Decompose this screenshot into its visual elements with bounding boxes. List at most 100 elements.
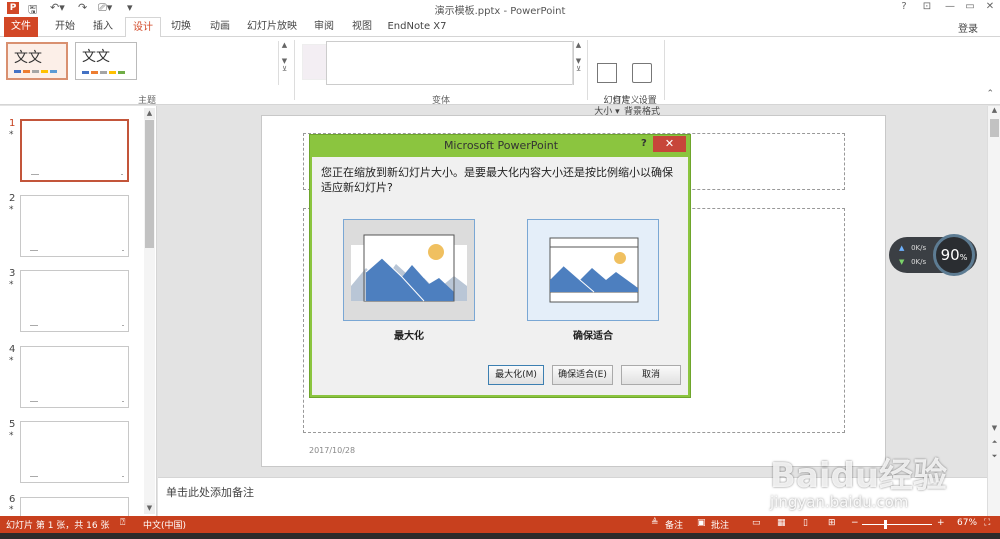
scroll-up-icon[interactable]: ▲ — [144, 108, 155, 119]
memory-usage-gauge: 90% — [933, 234, 975, 276]
scrollbar-thumb[interactable] — [145, 120, 154, 248]
help-button[interactable]: ? — [892, 1, 916, 12]
title-bar: P 🖫 ↶▾ ↷ ⎚▾ ▾ 演示模板.pptx - PowerPoint ? ⊡… — [0, 0, 1000, 17]
download-arrow-icon: ▼ — [899, 258, 905, 266]
tab-transitions[interactable]: 切换 — [166, 17, 196, 37]
close-button[interactable]: ✕ — [978, 1, 1000, 12]
tab-file[interactable]: 文件 — [4, 17, 38, 37]
notes-placeholder: 单击此处添加备注 — [166, 486, 254, 499]
slide-thumbnail[interactable] — [20, 346, 129, 408]
dialog-help-button[interactable]: ? — [641, 138, 647, 149]
dialog-body: 您正在缩放到新幻灯片大小。是要最大化内容大小还是按比例缩小以确保适应新幻灯片? … — [312, 157, 688, 395]
ensure-fit-button[interactable]: 确保适合(E) — [552, 365, 613, 385]
tab-slideshow[interactable]: 幻灯片放映 — [243, 17, 301, 37]
dialog-title: Microsoft PowerPoint — [443, 139, 559, 152]
slide-number: 2 — [9, 193, 16, 204]
normal-view-icon[interactable]: ▭ — [752, 518, 761, 528]
slide-number: 4 — [9, 344, 16, 355]
zoom-slider[interactable] — [862, 524, 932, 525]
slide-size-icon — [597, 63, 617, 83]
thumbnails-scrollbar[interactable]: ▲ ▼ — [144, 108, 155, 514]
reading-view-icon[interactable]: ▯ — [803, 518, 808, 528]
scroll-down-icon[interactable]: ▼ — [989, 424, 1000, 435]
slide-thumbnail[interactable] — [20, 421, 129, 483]
group-separator — [294, 40, 295, 100]
notes-toggle-icon[interactable]: ≜ — [651, 518, 659, 528]
ensure-fit-option[interactable] — [527, 219, 659, 321]
zoom-slider-thumb[interactable] — [884, 520, 887, 529]
scroll-down-icon[interactable]: ▼ — [144, 503, 155, 514]
baidu-watermark-url: jingyan.baidu.com — [770, 493, 909, 511]
cancel-button[interactable]: 取消 — [621, 365, 681, 385]
comments-toggle-icon[interactable]: ▣ — [697, 518, 706, 528]
slide-thumbnails-pane: 1 * 2 * 3 * 4 * 5 * 6 * ▲ ▼ — [0, 106, 157, 516]
themes-gallery-scroll[interactable]: ▲ ▼ ⊻ — [278, 41, 290, 85]
slide-animation-marker: * — [9, 130, 14, 140]
slide-animation-marker: * — [9, 431, 14, 441]
ribbon-tabs: 文件 开始 插入 设计 切换 动画 幻灯片放映 审阅 视图 EndNote X7… — [0, 17, 1000, 38]
tab-insert[interactable]: 插入 — [88, 17, 118, 37]
windows-taskbar — [0, 533, 1000, 539]
variants-gallery-scroll[interactable]: ▲ ▼ ⊻ — [572, 41, 584, 85]
previous-slide-icon[interactable]: ⏶ — [989, 438, 1000, 449]
comments-toggle[interactable]: 批注 — [711, 518, 729, 531]
next-slide-icon[interactable]: ⏷ — [989, 452, 1000, 463]
tab-design[interactable]: 设计 — [125, 17, 161, 38]
baidu-watermark-logo: Baidu经验 — [770, 456, 948, 496]
spell-check-icon[interactable]: ⍰ — [120, 518, 125, 528]
slideshow-view-icon[interactable]: ⊞ — [828, 518, 836, 528]
ribbon-display-options-button[interactable]: ⊡ — [915, 1, 939, 12]
tab-home[interactable]: 开始 — [50, 17, 80, 37]
slide-animation-marker: * — [9, 356, 14, 366]
sign-in-link[interactable]: 登录 — [958, 20, 978, 35]
ribbon: 文文 文文 ▲ ▼ ⊻ 主题 ▲ ▼ ⊻ 变体 幻灯片 大小 ▾ 设置 背景格式 自定义… — [0, 37, 1000, 117]
dialog-message: 您正在缩放到新幻灯片大小。是要最大化内容大小还是按比例缩小以确保适应新幻灯片? — [321, 166, 673, 194]
tab-endnote[interactable]: EndNote X7 — [386, 17, 448, 37]
slide-sorter-view-icon[interactable]: ▦ — [777, 518, 786, 528]
maximize-button[interactable]: 最大化(M) — [488, 365, 544, 385]
zoom-level[interactable]: 67% — [957, 518, 977, 528]
slide-scrollbar[interactable]: ▲ ▼ ⏶ ⏷ — [987, 106, 1000, 516]
upload-arrow-icon: ▲ — [899, 244, 905, 252]
group-label-themes: 主题 — [137, 96, 156, 106]
theme-thumbnail-office[interactable]: 文文 — [6, 42, 68, 80]
maximize-option[interactable] — [343, 219, 475, 321]
scroll-up-icon[interactable]: ▲ — [989, 106, 1000, 117]
group-label-customize: 自定义 — [612, 96, 640, 106]
maximize-illustration-icon — [351, 234, 467, 302]
theme-color-bars — [82, 71, 125, 74]
slide-number: 1 — [9, 118, 16, 129]
slide-thumbnail[interactable] — [20, 497, 129, 516]
slide-thumbnail[interactable] — [20, 119, 129, 182]
theme-sample-text: 文文 — [14, 50, 42, 66]
upload-speed: ▲ 0K/s — [899, 244, 927, 252]
zoom-in-icon[interactable]: + — [937, 518, 945, 528]
slide-thumbnail[interactable] — [20, 270, 129, 332]
slide-number: 6 — [9, 494, 16, 505]
tab-animations[interactable]: 动画 — [205, 17, 235, 37]
theme-thumbnail-2[interactable]: 文文 — [75, 42, 137, 80]
slide-counter: 幻灯片 第 1 张，共 16 张 — [6, 521, 110, 531]
tab-view[interactable]: 视图 — [347, 17, 377, 37]
resize-content-dialog: Microsoft PowerPoint ? ✕ 您正在缩放到新幻灯片大小。是要… — [309, 134, 691, 398]
slide-animation-marker: * — [9, 505, 14, 515]
network-speed-widget[interactable]: ▲ 0K/s ▼ 0K/s 90% — [889, 234, 977, 276]
scrollbar-thumb[interactable] — [990, 119, 999, 137]
tab-review[interactable]: 审阅 — [309, 17, 339, 37]
zoom-out-icon[interactable]: − — [851, 518, 859, 528]
notes-toggle[interactable]: 备注 — [665, 518, 683, 531]
collapse-ribbon-icon[interactable]: ⌃ — [986, 89, 994, 99]
slide-number: 3 — [9, 268, 16, 279]
maximize-option-label: 最大化 — [394, 331, 424, 342]
slide-animation-marker: * — [9, 280, 14, 290]
dialog-close-button[interactable]: ✕ — [653, 136, 686, 152]
group-separator — [664, 40, 665, 100]
group-label-variants: 变体 — [431, 96, 450, 106]
slide-thumbnail[interactable] — [20, 195, 129, 257]
group-separator — [587, 40, 588, 100]
theme-color-bars — [14, 70, 57, 73]
date-footer: 2017/10/28 — [309, 446, 356, 455]
fit-to-window-icon[interactable]: ⛶ — [984, 518, 990, 528]
variants-gallery — [326, 41, 574, 85]
language-indicator[interactable]: 中文(中国) — [143, 518, 186, 531]
